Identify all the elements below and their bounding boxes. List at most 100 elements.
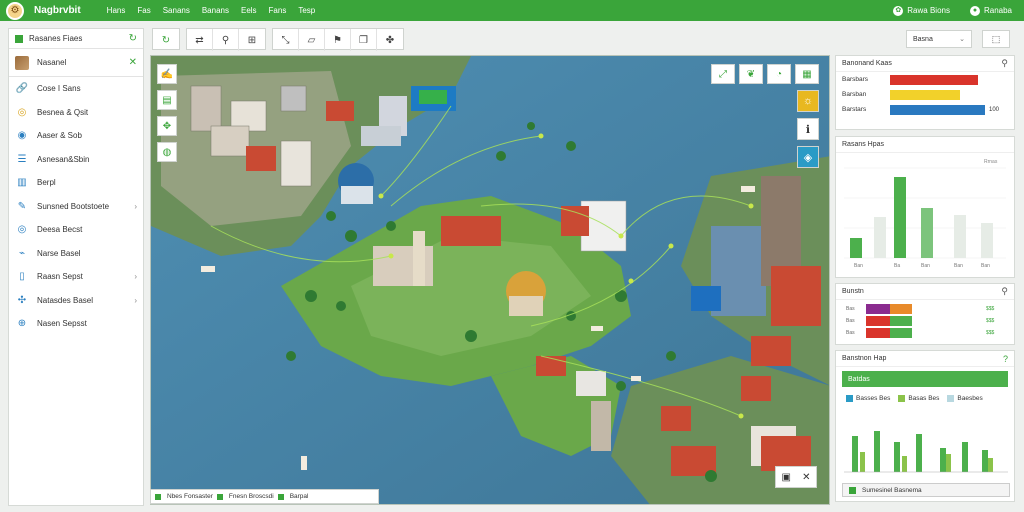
sidebar-item-0[interactable]: 🔗 Cose I Sans xyxy=(9,77,143,101)
chat-icon[interactable]: ◔ xyxy=(767,64,791,84)
legend-item: Basses Bes xyxy=(846,395,890,402)
chart-bar xyxy=(981,223,993,258)
sidebar-item-6[interactable]: ◎ Deesa Becst xyxy=(9,218,143,242)
close-icon[interactable]: ✕ xyxy=(802,472,810,483)
chart-bar xyxy=(894,177,906,258)
sidebar-list: 🔗 Cose I Sans ◎ Besnea & Qsit ◉ Aaser & Sob… xyxy=(9,77,143,336)
notifications-label: Rawa Bions xyxy=(907,5,950,15)
chart-bar xyxy=(916,434,922,473)
refresh-icon[interactable]: ↻ xyxy=(129,33,137,44)
chevron-down-icon: ⌄ xyxy=(959,36,965,43)
help-icon[interactable]: ? xyxy=(1003,354,1008,364)
download-icon: ⬚ xyxy=(991,33,1001,44)
sidebar-item-label: Natasdes Basel xyxy=(37,295,94,305)
copy-icon[interactable]: ❐ xyxy=(351,29,377,51)
panel-title-label: Banstnon Hap xyxy=(842,355,887,362)
chart-bar xyxy=(940,448,946,473)
app-brand: Nagbrvbit xyxy=(34,5,81,16)
move-icon[interactable]: ✥ xyxy=(157,116,177,136)
bar-rows: Barsbars Barsban Barstars 100 xyxy=(836,72,1014,117)
account-link[interactable]: ● Ranaba xyxy=(969,5,1012,16)
checkbox-icon[interactable] xyxy=(155,493,161,500)
chart-bar xyxy=(921,208,933,258)
pin-icon[interactable]: ◍ xyxy=(157,142,177,162)
chart-icon: ⌁ xyxy=(18,247,26,259)
sidebar-item-4[interactable]: ▥ Berpl xyxy=(9,171,143,195)
bar-row-label: Barstars xyxy=(842,106,867,113)
cube-icon xyxy=(15,55,29,70)
nav-item-5[interactable]: Fans xyxy=(269,6,287,15)
sidebar-item-label: Narse Basel xyxy=(37,248,81,258)
draw-icon[interactable]: ✍ xyxy=(157,64,177,84)
image-icon[interactable]: ▣ xyxy=(782,472,791,483)
sidebar-item-label: Berpl xyxy=(37,178,56,188)
arrows-icon[interactable]: ⤡ xyxy=(273,29,299,51)
bar-row-bar xyxy=(890,89,960,100)
nav-item-1[interactable]: Fas xyxy=(137,6,150,15)
nav-item-4[interactable]: Eels xyxy=(241,6,257,15)
map-legend-controls: ▣ ✕ xyxy=(775,466,817,488)
panel-footer[interactable]: Sumesinel Basnema xyxy=(842,483,1010,497)
layers-icon[interactable]: ▱ xyxy=(299,29,325,51)
nav-item-0[interactable]: Hans xyxy=(107,6,126,15)
swatch xyxy=(846,395,853,402)
sidebar-item-5[interactable]: ✎ Sunsned Bootstoete › xyxy=(9,195,143,219)
info-icon[interactable]: ℹ xyxy=(797,118,819,140)
panel-strip: Batdas xyxy=(842,371,1008,387)
sidebar-item-label: Deesa Becst xyxy=(37,225,83,235)
nav-item-6[interactable]: Tesp xyxy=(298,6,315,15)
svg-text:Ban: Ban xyxy=(921,263,930,269)
toolbar-group-1: ↻ xyxy=(152,28,180,50)
sidebar-item-9[interactable]: ✣ Natasdes Basel › xyxy=(9,289,143,313)
tag-icon[interactable]: ◈ xyxy=(797,146,819,168)
leaf-icon[interactable]: ❦ xyxy=(739,64,763,84)
network-icon: ✣ xyxy=(17,294,27,306)
sidebar-header: Rasanes Fiaes ↻ xyxy=(9,29,143,49)
search-icon[interactable]: ⚲ xyxy=(1001,286,1008,297)
chart-bar xyxy=(902,456,907,473)
chart-bar xyxy=(946,454,951,473)
route-icon[interactable]: ⇄ xyxy=(187,29,213,51)
checkbox-icon[interactable] xyxy=(277,493,284,500)
sidebar-item-8[interactable]: ▯ Raasn Sepst › xyxy=(9,265,143,289)
svg-text:Ban: Ban xyxy=(854,263,863,269)
puzzle-icon[interactable]: ✤ xyxy=(377,29,403,51)
close-icon[interactable]: ✕ xyxy=(129,57,137,68)
user-icon: ● xyxy=(969,5,980,16)
map-view[interactable]: ✍ ▤ ✥ ◍ ⤢ ❦ ◔ ▦ ☼ ℹ ◈ ▣ ✕ xyxy=(150,55,830,505)
panel-title: Bunstn ⚲ xyxy=(836,284,1014,300)
nav-item-3[interactable]: Banans xyxy=(202,6,229,15)
calendar-icon[interactable]: ▦ xyxy=(795,64,819,84)
sidebar-header-label: Rasanes Fiaes xyxy=(29,34,83,43)
flag-icon[interactable]: ⚑ xyxy=(325,29,351,51)
search-dropdown[interactable]: Basna ⌄ xyxy=(906,30,972,48)
refresh-icon[interactable]: ↻ xyxy=(153,29,179,51)
bar-row-label: Barsban xyxy=(842,91,867,98)
columns-icon: ▯ xyxy=(19,271,25,283)
svg-text:$$$: $$$ xyxy=(986,318,995,324)
layers-icon[interactable]: ▤ xyxy=(157,90,177,110)
chart-bar xyxy=(954,215,966,258)
sidebar-item-1[interactable]: ◎ Besnea & Qsit xyxy=(9,101,143,125)
nav-item-2[interactable]: Sanans xyxy=(163,6,190,15)
swatch xyxy=(898,395,906,402)
sun-icon[interactable]: ☼ xyxy=(797,90,819,112)
sidebar-item-label: Cose I Sans xyxy=(37,84,81,94)
notifications-link[interactable]: ✿ Rawa Bions xyxy=(893,5,950,16)
sidebar-item-3[interactable]: ☰ Asnesan&Sbin xyxy=(9,148,143,172)
download-button[interactable]: ⬚ xyxy=(982,30,1010,48)
sidebar-item-2[interactable]: ◉ Aaser & Sob xyxy=(9,124,143,148)
panel-footer-label: Sumesinel Basnema xyxy=(862,486,922,494)
grid-icon[interactable]: ⊞ xyxy=(239,29,265,51)
bar-row: Barsbars xyxy=(836,72,1014,87)
top-bar: ⚙ Nagbrvbit Hans Fas Sanans Banans Eels … xyxy=(0,0,1024,21)
fullscreen-icon[interactable]: ⤢ xyxy=(711,64,735,84)
checkbox-icon[interactable] xyxy=(216,493,223,500)
search-icon[interactable]: ⚲ xyxy=(1001,58,1008,69)
legend-item: Basas Bes xyxy=(898,395,939,402)
square-icon xyxy=(849,486,856,494)
sidebar-item-7[interactable]: ⌁ Narse Basel xyxy=(9,242,143,266)
pin-icon[interactable]: ⚲ xyxy=(213,29,239,51)
legend-label: Basses Bes xyxy=(856,395,891,403)
sidebar-item-10[interactable]: ⊕ Nasen Sepsst xyxy=(9,312,143,336)
